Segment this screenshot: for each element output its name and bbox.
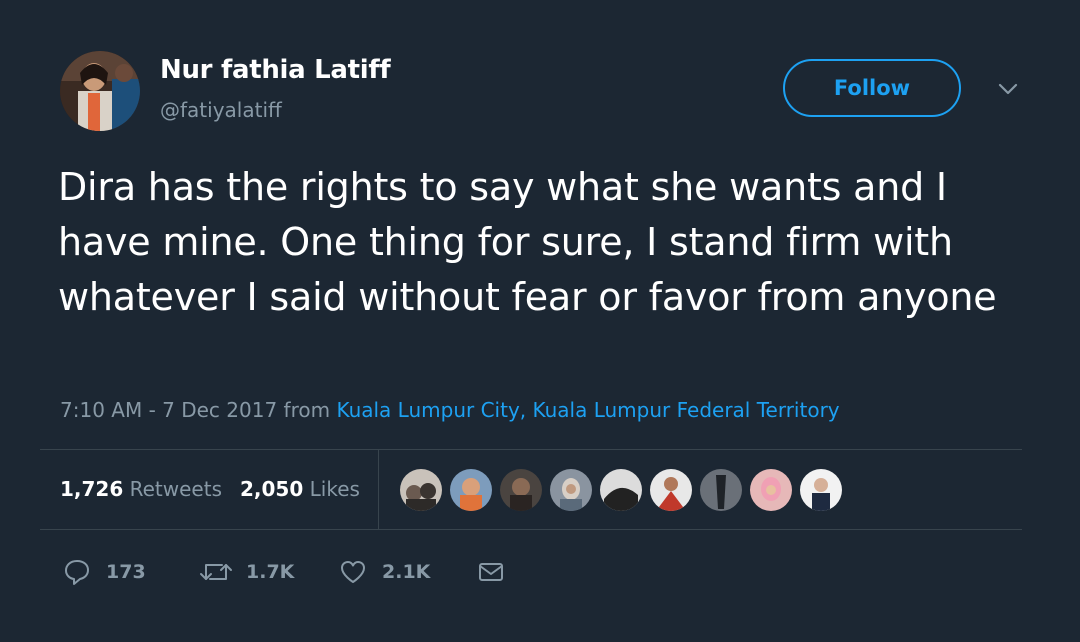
divider — [40, 529, 1022, 530]
liker-avatar[interactable] — [448, 467, 494, 513]
chevron-down-icon[interactable] — [996, 80, 1020, 98]
heart-icon — [338, 557, 368, 587]
retweet-button[interactable]: 1.7K — [198, 552, 294, 592]
tweet-from-label: from — [283, 398, 331, 422]
tweet-timestamp[interactable]: 7:10 AM - 7 Dec 2017 — [60, 398, 277, 422]
liker-avatar[interactable] — [398, 467, 444, 513]
avatar-image — [60, 51, 140, 131]
retweet-icon — [198, 557, 234, 587]
author-name[interactable]: Nur fathia Latiff — [160, 55, 391, 85]
liker-avatar[interactable] — [698, 467, 744, 513]
tweet-stats: 1,726 Retweets 2,050 Likes — [60, 477, 360, 501]
reply-icon — [62, 557, 92, 587]
liker-avatar[interactable] — [598, 467, 644, 513]
author-avatar[interactable] — [60, 51, 140, 131]
likes-stat[interactable]: 2,050 Likes — [240, 477, 360, 501]
liker-avatar[interactable] — [498, 467, 544, 513]
tweet-text: Dira has the rights to say what she want… — [58, 165, 997, 319]
divider — [378, 449, 379, 529]
retweets-label: Retweets — [129, 477, 222, 501]
liker-avatar[interactable] — [748, 467, 794, 513]
reply-button[interactable]: 173 — [62, 552, 146, 592]
divider — [40, 449, 1022, 450]
retweets-count: 1,726 — [60, 477, 124, 501]
retweet-count: 1.7K — [246, 561, 295, 583]
direct-message-button[interactable] — [476, 552, 506, 592]
tweet-actions: 173 1.7K 2.1K — [0, 552, 1080, 592]
tweet-location-link[interactable]: Kuala Lumpur City, Kuala Lumpur Federal … — [336, 398, 839, 422]
liker-avatar[interactable] — [648, 467, 694, 513]
like-count: 2.1K — [382, 561, 431, 583]
author-handle[interactable]: @fatiyalatiff — [160, 98, 282, 122]
likes-label: Likes — [309, 477, 360, 501]
liker-avatar[interactable] — [798, 467, 844, 513]
envelope-icon — [476, 557, 506, 587]
liker-avatar[interactable] — [548, 467, 594, 513]
like-button[interactable]: 2.1K — [338, 552, 430, 592]
likes-count: 2,050 — [240, 477, 304, 501]
follow-button[interactable]: Follow — [783, 59, 961, 117]
tweet-meta: 7:10 AM - 7 Dec 2017 from Kuala Lumpur C… — [60, 398, 840, 422]
tweet-card: Nur fathia Latiff @fatiyalatiff Follow D… — [0, 0, 1080, 642]
retweets-stat[interactable]: 1,726 Retweets — [60, 477, 222, 501]
reply-count: 173 — [106, 561, 146, 583]
